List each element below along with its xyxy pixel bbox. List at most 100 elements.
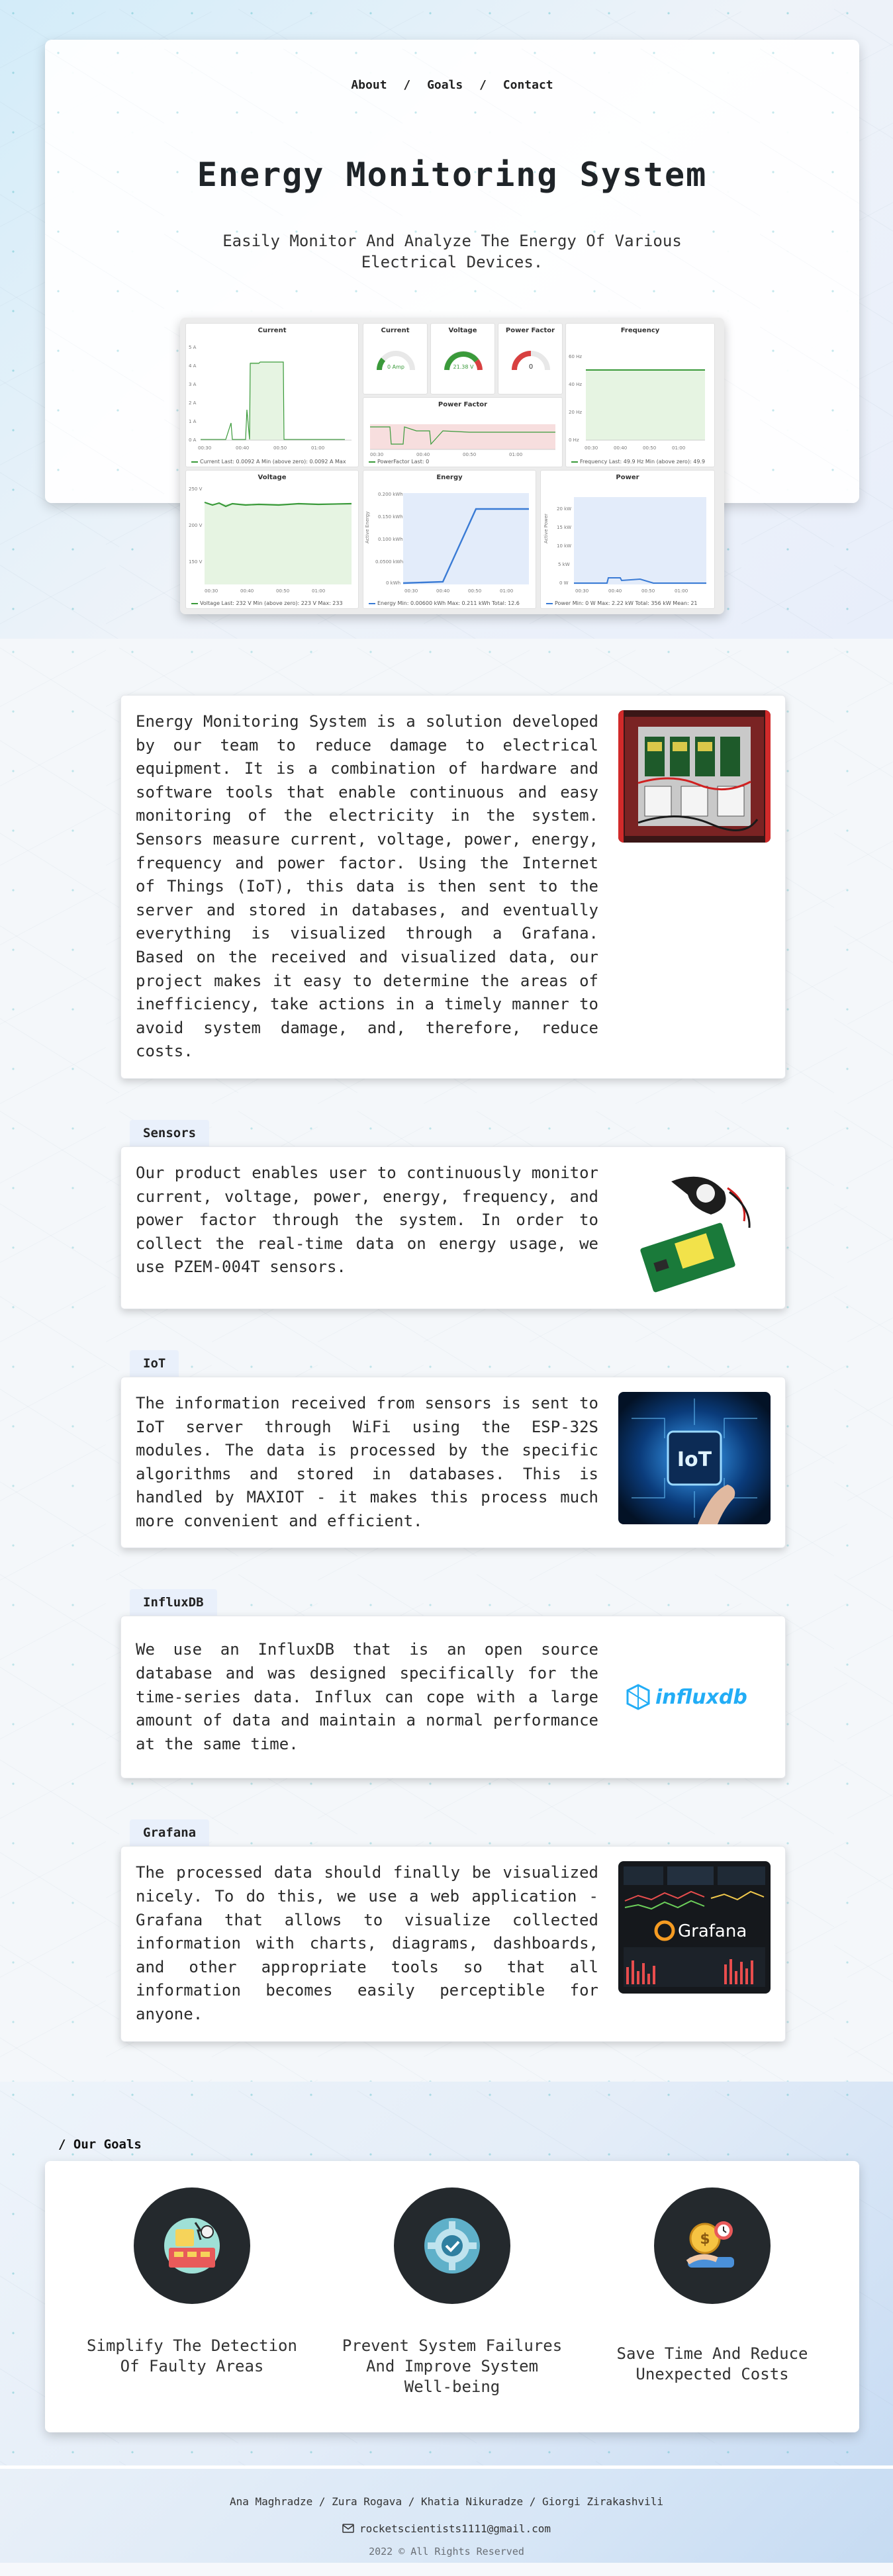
nav-about-link[interactable]: About: [351, 78, 387, 92]
about-section: Energy Monitoring System is a solution d…: [120, 695, 786, 1079]
nav-goals-link[interactable]: Goals: [427, 78, 463, 92]
legend-power: Power Min: 0 W Max: 2.22 kW Total: 356 k…: [555, 600, 698, 606]
axis-tick: 0 W: [559, 580, 569, 586]
goal-item: Simplify The Detection Of Faulty Areas: [79, 2187, 305, 2377]
svg-text:$: $: [700, 2231, 710, 2248]
axis-tick: 00:30: [370, 452, 383, 457]
goal-item: $ Save Time And Reduce Unexpected Costs: [600, 2187, 825, 2385]
iot-text: The information received from sensors is…: [136, 1393, 598, 1530]
voltage-chart-panel: Voltage 150 V 200 V 250 V 00:30 00:40 00…: [185, 470, 359, 609]
sensors-tag: Sensors: [130, 1119, 210, 1146]
time-money-icon: $: [654, 2187, 771, 2304]
axis-tick: 00:40: [608, 588, 622, 594]
frequency-chart-panel: Frequency 0 Hz 20 Hz 40 Hz 60 Hz 00:30 0…: [565, 323, 715, 467]
axis-tick: 5 kW: [558, 562, 570, 567]
axis-tick: 3 A: [189, 382, 197, 387]
influxdb-card: We use an InfluxDB that is an open sourc…: [120, 1616, 786, 1779]
power-factor-gauge-panel: Power Factor 0: [498, 323, 563, 394]
goals-title: / Our Goals: [58, 2137, 142, 2152]
goals-section: / Our Goals Simplify The Detection Of Fa…: [0, 2081, 893, 2465]
gear-check-icon: [394, 2187, 510, 2304]
axis-tick: 10 kW: [557, 543, 571, 549]
influxdb-tag: InfluxDB: [130, 1589, 217, 1616]
iot-chip-image: IoT: [618, 1391, 771, 1524]
axis-tick: 0.100 kWh: [378, 537, 403, 542]
axis-tick: 200 V: [189, 523, 203, 528]
axis-tick: 0 Hz: [569, 437, 579, 443]
axis-tick: 40 Hz: [569, 382, 582, 387]
contact-email[interactable]: rocketscientists1111@gmail.com: [0, 2522, 893, 2535]
grafana-logo-text: Grafana: [678, 1921, 747, 1941]
axis-tick: 00:50: [468, 588, 481, 594]
axis-tick: 00:30: [198, 445, 211, 451]
axis-tick: 15 kW: [557, 525, 571, 530]
influxdb-logo-text: influxdb: [655, 1686, 747, 1709]
power-factor-chart-panel: Power Factor 00:30 00:40 00:50 01:00 Pow…: [363, 397, 563, 467]
influxdb-text: We use an InfluxDB that is an open sourc…: [136, 1640, 598, 1753]
iot-image-text: IoT: [677, 1448, 712, 1471]
voltage-gauge-panel: Voltage 21.38 V: [430, 323, 495, 394]
about-card: Energy Monitoring System is a solution d…: [120, 695, 786, 1079]
sensors-card: Our product enables user to continuously…: [120, 1146, 786, 1309]
axis-tick: 01:00: [311, 445, 324, 451]
axis-tick: 00:50: [643, 445, 656, 451]
axis-tick: 0.150 kWh: [378, 514, 403, 520]
axis-tick: 00:30: [575, 588, 588, 594]
gauge-voltage-value: 21.38 V: [453, 364, 474, 370]
goal-item: Prevent System Failures And Improve Syst…: [340, 2187, 565, 2397]
axis-tick: 0 kWh: [386, 580, 400, 586]
team-names: Ana Maghradze / Zura Rogava / Khatia Nik…: [229, 2495, 664, 2508]
current-gauge-panel: Current 0 Amp: [363, 323, 428, 394]
axis-tick: 00:30: [205, 588, 218, 594]
iot-card: The information received from sensors is…: [120, 1376, 786, 1549]
iot-tag: IoT: [130, 1350, 179, 1377]
axis-tick: 0.0500 kWh: [375, 559, 403, 565]
axis-tick: 0.200 kWh: [378, 492, 403, 497]
energy-chart-panel: Energy 0 kWh 0.0500 kWh 0.100 kWh 0.150 …: [363, 470, 536, 609]
gauge-power-factor-value: 0: [529, 363, 533, 371]
goal-text: Save Time And Reduce Unexpected Costs: [616, 2344, 808, 2383]
axis-tick: 150 V: [189, 559, 203, 565]
axis-tick: 1 A: [189, 419, 197, 424]
main-content: Energy Monitoring System is a solution d…: [0, 639, 893, 2082]
axis-tick: 5 A: [189, 345, 197, 350]
axis-tick: 01:00: [509, 452, 522, 457]
axis-tick: 250 V: [189, 486, 203, 492]
axis-tick: 00:40: [236, 445, 249, 451]
legend-voltage: Voltage Last: 232 V Min (above zero): 22…: [200, 600, 343, 606]
page-title: Energy Monitoring System: [197, 156, 708, 194]
axis-tick: 01:00: [312, 588, 325, 594]
axis-tick: 00:50: [276, 588, 289, 594]
influxdb-logo: influxdb: [618, 1631, 771, 1763]
top-nav: About / Goals / Contact: [45, 78, 859, 92]
axis-tick: 4 A: [189, 363, 197, 369]
axis-tick: 20 kW: [557, 506, 571, 512]
email-link[interactable]: rocketscientists1111@gmail.com: [359, 2522, 551, 2535]
gauge-current-value: 0 Amp: [387, 364, 404, 370]
axis-tick: 00:50: [463, 452, 476, 457]
axis-tick: 01:00: [500, 588, 513, 594]
nav-separator: /: [403, 78, 411, 92]
axis-tick: 0 A: [189, 437, 197, 443]
axis-tick: 00:50: [641, 588, 655, 594]
hero-section: About / Goals / Contact Energy Monitorin…: [0, 0, 893, 639]
sensors-section: Sensors Our product enables user to cont…: [120, 1119, 786, 1309]
mail-icon: [342, 2524, 354, 2533]
page-subtitle: Easily Monitor And Analyze The Energy Of…: [222, 232, 682, 271]
electrical-panel-image: [618, 710, 771, 843]
footer: Ana Maghradze / Zura Rogava / Khatia Nik…: [0, 2465, 893, 2563]
legend-power-factor: PowerFactor Last: 0: [377, 459, 430, 465]
axis-tick: 00:30: [404, 588, 418, 594]
dashboard-preview-image: Current 0 A 1 A 2 A 3 A 4 A 5 A 00:30 00…: [180, 318, 724, 614]
current-chart: 0 A 1 A 2 A 3 A 4 A 5 A 00:30 00:40 00:5…: [189, 345, 352, 451]
grafana-image: Grafana: [618, 1861, 771, 1994]
power-chart-panel: Power 0 W 5 kW 10 kW 15 kW 20 kW Active …: [540, 470, 715, 609]
axis-tick: 00:30: [585, 445, 598, 451]
nav-contact-link[interactable]: Contact: [503, 78, 553, 92]
legend-current: Current Last: 0.0092 A Min (above zero):…: [200, 459, 346, 465]
axis-tick: 00:40: [416, 452, 430, 457]
grafana-section: Grafana The processed data should finall…: [120, 1819, 786, 2042]
copyright: 2022 © All Rights Reserved: [369, 2545, 524, 2557]
sensor-image: [618, 1161, 771, 1294]
about-text: Energy Monitoring System is a solution d…: [136, 712, 598, 1061]
